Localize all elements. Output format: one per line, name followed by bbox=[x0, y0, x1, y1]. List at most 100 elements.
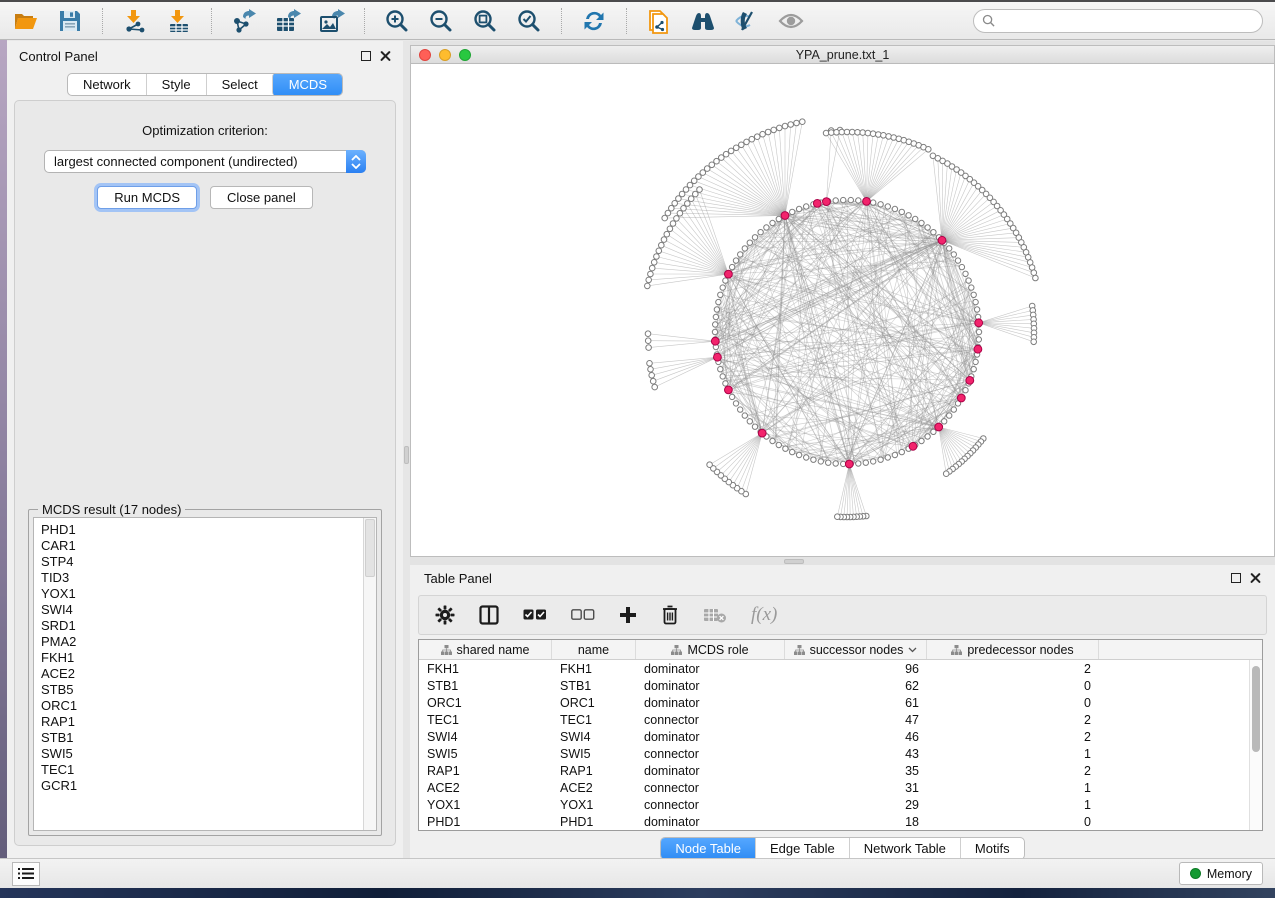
network-node[interactable] bbox=[919, 220, 924, 225]
network-leaf-node[interactable] bbox=[733, 145, 739, 151]
tab-style[interactable]: Style bbox=[146, 74, 206, 95]
mcds-result-item[interactable]: ORC1 bbox=[41, 698, 363, 714]
tab-network[interactable]: Network bbox=[68, 74, 146, 95]
network-node[interactable] bbox=[758, 230, 763, 235]
network-node[interactable] bbox=[963, 271, 968, 276]
network-leaf-node[interactable] bbox=[754, 134, 760, 140]
network-leaf-node[interactable] bbox=[645, 331, 651, 337]
network-leaf-node[interactable] bbox=[1031, 339, 1037, 345]
network-leaf-node[interactable] bbox=[739, 142, 745, 148]
network-leaf-node[interactable] bbox=[794, 120, 800, 126]
network-node[interactable] bbox=[729, 394, 734, 399]
network-node[interactable] bbox=[713, 314, 718, 319]
network-node[interactable] bbox=[919, 438, 924, 443]
mcds-hub-node[interactable] bbox=[909, 442, 917, 450]
mcds-result-item[interactable]: PHD1 bbox=[41, 522, 363, 538]
network-leaf-node[interactable] bbox=[1033, 275, 1039, 281]
mcds-hub-node[interactable] bbox=[725, 386, 733, 394]
network-node[interactable] bbox=[841, 197, 846, 202]
network-leaf-node[interactable] bbox=[648, 367, 654, 373]
import-network-icon[interactable] bbox=[121, 8, 149, 34]
import-table-icon[interactable] bbox=[165, 8, 193, 34]
network-node[interactable] bbox=[833, 198, 838, 203]
mcds-hub-node[interactable] bbox=[935, 423, 943, 431]
delete-column-trash-icon[interactable] bbox=[661, 605, 679, 625]
mcds-result-item[interactable]: SWI5 bbox=[41, 746, 363, 762]
criterion-select[interactable]: largest connected component (undirected) bbox=[44, 150, 366, 173]
network-leaf-node[interactable] bbox=[693, 191, 699, 197]
network-node[interactable] bbox=[747, 419, 752, 424]
close-panel-icon[interactable] bbox=[380, 51, 391, 62]
mcds-result-item[interactable]: TEC1 bbox=[41, 762, 363, 778]
zoom-in-icon[interactable] bbox=[383, 8, 411, 34]
network-node[interactable] bbox=[931, 230, 936, 235]
network-leaf-node[interactable] bbox=[645, 338, 651, 344]
network-node[interactable] bbox=[863, 460, 868, 465]
close-panel-button[interactable]: Close panel bbox=[210, 186, 313, 209]
network-leaf-node[interactable] bbox=[788, 122, 794, 128]
column-header-shared-name[interactable]: shared name bbox=[419, 640, 552, 659]
network-leaf-node[interactable] bbox=[646, 345, 652, 351]
task-history-button[interactable] bbox=[12, 862, 40, 886]
network-node[interactable] bbox=[713, 322, 718, 327]
mcds-hub-node[interactable] bbox=[714, 353, 722, 361]
network-leaf-node[interactable] bbox=[765, 129, 771, 135]
network-node[interactable] bbox=[974, 307, 979, 312]
vertical-splitter-grabber[interactable] bbox=[404, 446, 409, 464]
vertical-splitter[interactable] bbox=[403, 41, 410, 858]
network-node[interactable] bbox=[714, 307, 719, 312]
network-node[interactable] bbox=[856, 461, 861, 466]
table-scrollbar-thumb[interactable] bbox=[1252, 666, 1260, 752]
network-node[interactable] bbox=[848, 197, 853, 202]
export-network-icon[interactable] bbox=[230, 8, 258, 34]
add-column-icon[interactable] bbox=[619, 606, 637, 624]
horizontal-splitter-grabber[interactable] bbox=[784, 559, 804, 564]
open-file-icon[interactable] bbox=[12, 8, 40, 34]
table-row[interactable]: ACE2ACE2connector311 bbox=[419, 779, 1262, 796]
network-node[interactable] bbox=[790, 449, 795, 454]
mcds-list-scrollbar[interactable] bbox=[363, 518, 376, 830]
search-box[interactable] bbox=[973, 9, 1263, 33]
network-node[interactable] bbox=[878, 457, 883, 462]
network-leaf-node[interactable] bbox=[926, 147, 932, 153]
network-leaf-node[interactable] bbox=[649, 265, 655, 271]
network-node[interactable] bbox=[963, 388, 968, 393]
mcds-result-item[interactable]: YOX1 bbox=[41, 586, 363, 602]
mcds-result-item[interactable]: GCR1 bbox=[41, 778, 363, 794]
mcds-hub-node[interactable] bbox=[781, 212, 789, 220]
table-row[interactable]: FKH1FKH1dominator962 bbox=[419, 660, 1262, 677]
network-titlebar[interactable]: YPA_prune.txt_1 bbox=[411, 46, 1274, 64]
network-node[interactable] bbox=[925, 225, 930, 230]
network-node[interactable] bbox=[790, 209, 795, 214]
network-leaf-node[interactable] bbox=[1031, 270, 1037, 276]
network-leaf-node[interactable] bbox=[677, 211, 683, 217]
network-node[interactable] bbox=[856, 198, 861, 203]
network-node[interactable] bbox=[951, 407, 956, 412]
zoom-selected-icon[interactable] bbox=[515, 8, 543, 34]
mcds-hub-node[interactable] bbox=[863, 198, 871, 206]
mcds-hub-node[interactable] bbox=[966, 377, 974, 385]
mcds-hub-node[interactable] bbox=[758, 429, 766, 437]
mcds-result-item[interactable]: SWI4 bbox=[41, 602, 363, 618]
network-node[interactable] bbox=[913, 216, 918, 221]
network-node[interactable] bbox=[752, 235, 757, 240]
network-node[interactable] bbox=[947, 413, 952, 418]
show-columns-icon[interactable] bbox=[479, 605, 499, 625]
network-node[interactable] bbox=[742, 246, 747, 251]
memory-button[interactable]: Memory bbox=[1179, 862, 1263, 885]
network-leaf-node[interactable] bbox=[749, 136, 755, 142]
table-close-icon[interactable] bbox=[1250, 573, 1261, 584]
network-leaf-node[interactable] bbox=[782, 123, 788, 129]
table-row[interactable]: SWI4SWI4dominator462 bbox=[419, 728, 1262, 745]
network-node[interactable] bbox=[942, 419, 947, 424]
network-leaf-node[interactable] bbox=[664, 231, 670, 237]
network-node[interactable] bbox=[716, 299, 721, 304]
network-leaf-node[interactable] bbox=[723, 151, 729, 157]
mcds-hub-node[interactable] bbox=[974, 345, 982, 353]
network-node[interactable] bbox=[973, 359, 978, 364]
network-node[interactable] bbox=[885, 455, 890, 460]
network-node[interactable] bbox=[892, 206, 897, 211]
tab-network-table[interactable]: Network Table bbox=[849, 838, 960, 859]
tab-mcds[interactable]: MCDS bbox=[272, 73, 343, 96]
network-node[interactable] bbox=[804, 204, 809, 209]
